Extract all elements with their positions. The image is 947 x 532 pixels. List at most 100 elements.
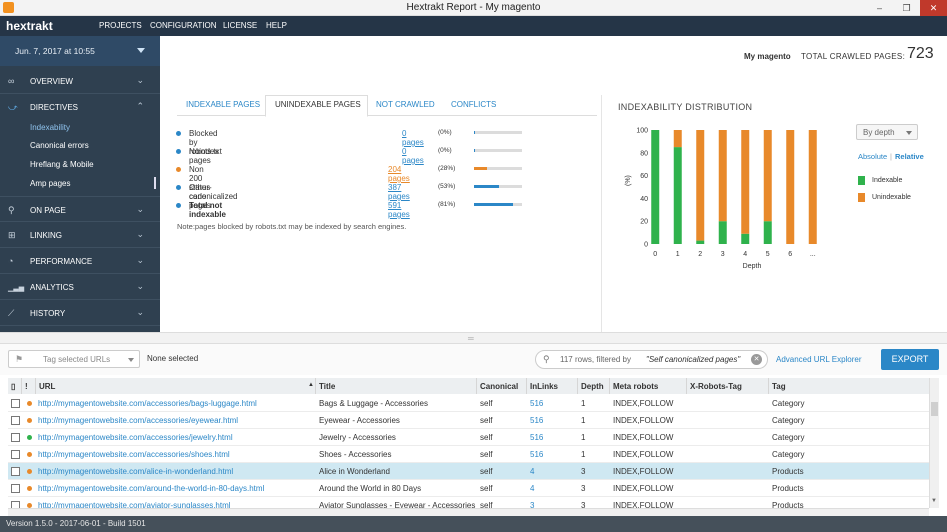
x-tick-label: ... xyxy=(810,251,816,258)
horizontal-scrollbar[interactable] xyxy=(8,508,929,516)
column-header[interactable]: Tag xyxy=(769,378,930,394)
sidebar-subitem-canonical-errors[interactable]: Canonical errors xyxy=(30,141,89,150)
table-row[interactable]: http://mymagentowebsite.com/alice-in-won… xyxy=(8,463,930,480)
nav-projects[interactable]: PROJECTS xyxy=(99,21,142,30)
scrollbar-thumb[interactable] xyxy=(931,402,938,416)
sidebar-item-linking[interactable]: ⊞ LINKING ⌄ xyxy=(0,222,160,248)
row-checkbox[interactable] xyxy=(11,399,20,408)
column-header[interactable]: Meta robots xyxy=(610,378,687,394)
sidebar-scrollbar[interactable] xyxy=(154,177,156,189)
search-icon: ⚲ xyxy=(8,205,15,215)
url-cell[interactable]: http://mymagentowebsite.com/around-the-w… xyxy=(38,484,264,493)
table-row[interactable]: http://mymagentowebsite.com/accessories/… xyxy=(8,395,930,412)
tag-cell: Products xyxy=(772,484,804,493)
sidebar-item-history[interactable]: ⟋ HISTORY ⌄ xyxy=(0,300,160,326)
row-checkbox[interactable] xyxy=(11,433,20,442)
date-selector[interactable]: Jun. 7, 2017 at 10:55 xyxy=(0,36,160,66)
unindexable-count-link[interactable]: 387 pages xyxy=(388,183,410,201)
inlinks-link[interactable]: 4 xyxy=(530,484,534,493)
title-cell: Shoes - Accessories xyxy=(319,450,392,459)
unindexable-count-link[interactable]: 591 pages xyxy=(388,201,410,219)
sidebar-item-on-page[interactable]: ⚲ ON PAGE ⌄ xyxy=(0,196,160,222)
column-header[interactable]: ▯ xyxy=(8,378,22,394)
panel-splitter[interactable]: ═ xyxy=(0,332,947,343)
inlinks-link[interactable]: 516 xyxy=(530,450,543,459)
table-row[interactable]: http://mymagentowebsite.com/accessories/… xyxy=(8,429,930,446)
bar-indexable xyxy=(718,221,727,244)
inlinks-link[interactable]: 516 xyxy=(530,399,543,408)
sort-asc-icon[interactable]: ▲ xyxy=(308,382,314,388)
advanced-url-explorer-link[interactable]: Advanced URL Explorer xyxy=(776,355,862,364)
tab-indexable[interactable]: INDEXABLE PAGES xyxy=(186,100,260,109)
column-header[interactable]: Depth xyxy=(578,378,610,394)
project-name: My magento xyxy=(744,52,791,61)
nav-license[interactable]: LICENSE xyxy=(223,21,257,30)
tag-urls-select[interactable]: ⚑ Tag selected URLs xyxy=(8,350,140,368)
unindexable-count-link[interactable]: 204 pages xyxy=(388,165,410,183)
bar-unindexable xyxy=(718,130,727,222)
sidebar-item-overview[interactable]: ∞ OVERVIEW ⌄ xyxy=(0,68,160,94)
inlinks-link[interactable]: 516 xyxy=(530,433,543,442)
column-header[interactable]: InLinks xyxy=(527,378,578,394)
sidebar-subitem-indexability[interactable]: Indexability xyxy=(30,123,70,132)
filter-field[interactable]: ⚲ 117 rows, filtered by "Self canonicali… xyxy=(535,350,768,369)
absolute-link[interactable]: Absolute xyxy=(858,152,887,161)
row-checkbox[interactable] xyxy=(11,501,20,508)
table-row[interactable]: http://mymagentowebsite.com/around-the-w… xyxy=(8,480,930,497)
minimize-icon[interactable]: – xyxy=(866,0,893,16)
maximize-icon[interactable]: ❐ xyxy=(893,0,920,16)
row-checkbox[interactable] xyxy=(11,416,20,425)
canonical-cell: self xyxy=(480,416,493,425)
table-row[interactable]: http://mymagentowebsite.com/aviator-sung… xyxy=(8,497,930,508)
row-checkbox[interactable] xyxy=(11,484,20,493)
column-header[interactable]: X-Robots-Tag xyxy=(687,378,769,394)
inlinks-link[interactable]: 4 xyxy=(530,467,534,476)
url-cell[interactable]: http://mymagentowebsite.com/accessories/… xyxy=(38,416,238,425)
column-header[interactable]: Title xyxy=(316,378,477,394)
column-header[interactable]: URL xyxy=(36,378,316,394)
rows-filter-text: 117 rows, filtered by xyxy=(560,355,631,364)
unindexable-count-link[interactable]: 0 pages xyxy=(402,129,424,147)
url-cell[interactable]: http://mymagentowebsite.com/aviator-sung… xyxy=(38,501,231,508)
url-cell[interactable]: http://mymagentowebsite.com/accessories/… xyxy=(38,450,230,459)
sidebar-item-performance[interactable]: ◔ PERFORMANCE ⌄ xyxy=(0,248,160,274)
url-cell[interactable]: http://mymagentowebsite.com/accessories/… xyxy=(38,399,257,408)
row-checkbox[interactable] xyxy=(11,467,20,476)
tab-conflicts[interactable]: CONFLICTS xyxy=(451,100,496,109)
sidebar-item-directives[interactable]: ⤻ DIRECTIVES ⌃ xyxy=(0,94,160,120)
meta-robots-cell: INDEX,FOLLOW xyxy=(613,484,674,493)
chart-title: INDEXABILITY DISTRIBUTION xyxy=(618,102,753,112)
inlinks-link[interactable]: 3 xyxy=(530,501,534,508)
relative-link[interactable]: Relative xyxy=(895,152,924,161)
sidebar-subitem-hreflang[interactable]: Hreflang & Mobile xyxy=(30,160,94,169)
table-row[interactable]: http://mymagentowebsite.com/accessories/… xyxy=(8,446,930,463)
tab-unindexable[interactable]: UNINDEXABLE PAGES xyxy=(275,100,361,109)
scroll-down-icon[interactable]: ▼ xyxy=(931,498,937,504)
sidebar-item-analytics[interactable]: ▁▃▅ ANALYTICS ⌄ xyxy=(0,274,160,300)
column-header[interactable]: Canonical xyxy=(477,378,527,394)
title-cell: Alice in Wonderland xyxy=(319,467,391,476)
unindexable-count-link[interactable]: 0 pages xyxy=(402,147,424,165)
unindexable-label: Total not indexable xyxy=(189,201,226,219)
clear-filter-icon[interactable]: ✕ xyxy=(751,354,762,365)
table-row[interactable]: http://mymagentowebsite.com/accessories/… xyxy=(8,412,930,429)
table-scrollbar[interactable]: ▼ xyxy=(929,378,939,508)
inlinks-link[interactable]: 516 xyxy=(530,416,543,425)
column-header[interactable]: ! xyxy=(22,378,36,394)
title-cell: Around the World in 80 Days xyxy=(319,484,422,493)
export-button[interactable]: EXPORT xyxy=(881,349,939,370)
row-checkbox[interactable] xyxy=(11,450,20,459)
row-status-dot xyxy=(27,452,32,457)
sidebar: Jun. 7, 2017 at 10:55 ∞ OVERVIEW ⌄ ⤻ DIR… xyxy=(0,36,160,332)
depth-cell: 3 xyxy=(581,484,586,493)
sidebar-subitem-amp[interactable]: Amp pages xyxy=(30,179,70,188)
nav-help[interactable]: HELP xyxy=(266,21,287,30)
depth-select[interactable]: By depth xyxy=(856,124,918,140)
close-icon[interactable]: ✕ xyxy=(920,0,947,16)
url-cell[interactable]: http://mymagentowebsite.com/alice-in-won… xyxy=(38,467,233,476)
tab-not-crawled[interactable]: NOT CRAWLED xyxy=(376,100,435,109)
depth-select-value: By depth xyxy=(863,128,895,137)
nav-configuration[interactable]: CONFIGURATION xyxy=(150,21,217,30)
analytics-icon: ▁▃▅ xyxy=(8,285,25,292)
url-cell[interactable]: http://mymagentowebsite.com/accessories/… xyxy=(38,433,233,442)
